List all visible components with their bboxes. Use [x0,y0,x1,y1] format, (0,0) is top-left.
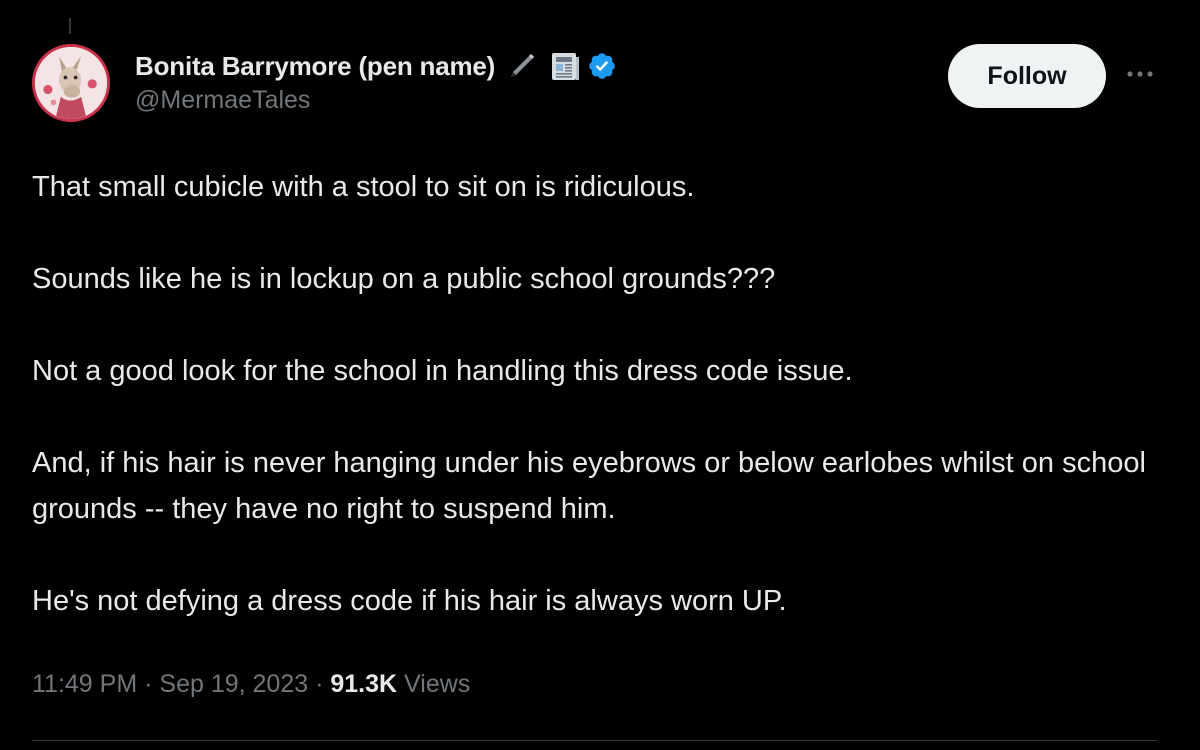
pen-icon [503,48,539,84]
newspaper-icon [547,48,583,84]
more-dots-icon[interactable] [1122,62,1158,86]
avatar[interactable] [32,44,110,122]
tweet-paragraph: He's not defying a dress code if his hai… [32,585,787,617]
meta-separator: · [315,670,324,698]
divider [32,740,1157,741]
author-name-row: Bonita Barrymore (pen name) [135,46,617,86]
tweet-time[interactable]: 11:49 PM [32,670,137,698]
tweet-date[interactable]: Sep 19, 2023 [159,670,308,698]
author-name-block: Bonita Barrymore (pen name) @MermaeTales [135,46,617,115]
tweet-paragraph: That small cubicle with a stool to sit o… [32,171,695,203]
author-display-name[interactable]: Bonita Barrymore (pen name) [135,51,495,82]
follow-button[interactable]: Follow [948,44,1106,108]
verified-badge-icon[interactable] [587,51,617,81]
tweet-paragraph: Not a good look for the school in handli… [32,355,853,387]
tweet-paragraph: And, if his hair is never hanging under … [32,447,1146,525]
thread-connector-line [69,18,71,34]
author-handle[interactable]: @MermaeTales [135,86,617,115]
tweet-paragraph: Sounds like he is in lockup on a public … [32,263,776,295]
tweet-body: That small cubicle with a stool to sit o… [32,164,1152,624]
views-label: Views [404,670,471,698]
meta-separator: · [144,670,153,698]
llama-avatar-icon [35,47,107,119]
views-count: 91.3K [330,670,398,698]
tweet-meta: 11:49 PM · Sep 19, 2023 · 91.3K Views [32,670,470,699]
